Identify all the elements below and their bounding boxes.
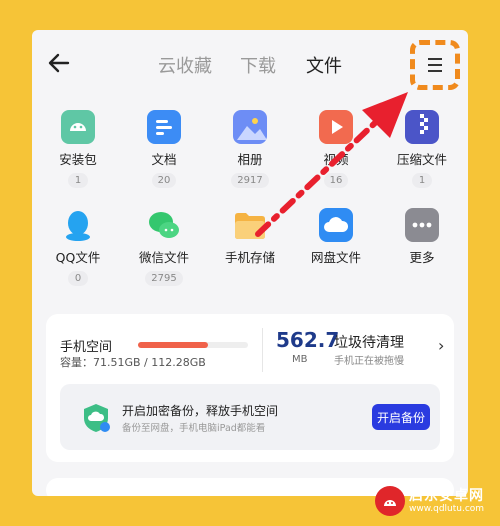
category-videos[interactable]: 视频 16 [296, 110, 376, 188]
storage-usage-fill [138, 342, 209, 348]
qq-icon [61, 208, 95, 242]
tab-downloads[interactable]: 下载 [240, 52, 276, 78]
category-label: 压缩文件 [396, 152, 447, 167]
divider [262, 328, 263, 372]
category-label: 安装包 [59, 152, 97, 167]
category-label: 文档 [151, 152, 177, 167]
category-archives[interactable]: 压缩文件 1 [382, 110, 462, 188]
back-arrow-icon[interactable] [46, 50, 72, 76]
storage-usage-bar [138, 342, 248, 348]
video-play-icon [319, 110, 353, 144]
watermark: 启东安卓网 www.qdlutu.com [375, 486, 484, 516]
backup-title: 开启加密备份，释放手机空间 [122, 404, 279, 418]
storage-capacity: 容量：71.51GB / 112.28GB [60, 356, 206, 369]
document-icon [147, 110, 181, 144]
photo-icon [233, 110, 267, 144]
category-label: 视频 [323, 152, 349, 167]
junk-size-unit: MB [292, 354, 308, 365]
category-cloud-files[interactable]: 网盘文件 [296, 208, 376, 266]
junk-clean-subtitle: 手机正在被拖慢 [334, 356, 404, 367]
storage-title: 手机空间 [60, 340, 113, 355]
category-label: 网盘文件 [310, 250, 361, 265]
more-icon [405, 208, 439, 242]
category-qq-files[interactable]: QQ文件 0 [38, 208, 118, 286]
hamburger-menu-icon [428, 54, 442, 76]
category-label: 相册 [237, 152, 263, 167]
backup-subtitle: 备份至网盘，手机电脑iPad都能看 [122, 423, 266, 434]
category-documents[interactable]: 文档 20 [124, 110, 204, 188]
category-label: 更多 [409, 250, 435, 265]
storage-card: 手机空间 容量：71.51GB / 112.28GB 562.7 MB 垃圾待清… [46, 314, 454, 462]
file-manager-screen: 云收藏 下载 文件 安装包 1 文档 20 相册 2917 视频 16 压缩文件… [32, 30, 468, 496]
category-more[interactable]: 更多 [382, 208, 462, 266]
category-wechat-files[interactable]: 微信文件 2795 [124, 208, 204, 286]
category-count: 2795 [145, 271, 183, 286]
category-phone-storage[interactable]: 手机存储 [210, 208, 290, 266]
category-count: 20 [151, 173, 177, 188]
android-icon [61, 110, 95, 144]
backup-banner: 开启加密备份，释放手机空间 备份至网盘，手机电脑iPad都能看 开启备份 [60, 384, 440, 450]
watermark-url: www.qdlutu.com [409, 503, 485, 514]
category-label: 手机存储 [224, 250, 275, 265]
tab-files[interactable]: 文件 [306, 52, 342, 78]
chevron-right-icon[interactable]: › [438, 336, 444, 355]
tab-cloud-favorites[interactable]: 云收藏 [158, 52, 212, 78]
menu-button[interactable] [410, 40, 460, 90]
enable-backup-button[interactable]: 开启备份 [372, 404, 430, 430]
cloud-icon [319, 208, 353, 242]
junk-clean-title[interactable]: 垃圾待清理 [334, 332, 404, 352]
watermark-name: 启东安卓网 [409, 487, 484, 504]
category-apk[interactable]: 安装包 1 [38, 110, 118, 188]
junk-size-value: 562.7 [276, 328, 340, 352]
category-count: 16 [323, 173, 349, 188]
shield-cloud-icon [84, 404, 110, 432]
watermark-logo-icon [375, 486, 405, 516]
category-label: QQ文件 [55, 250, 101, 265]
category-count: 0 [68, 271, 88, 286]
folder-icon [233, 208, 267, 242]
category-count: 2917 [231, 173, 269, 188]
zip-icon [405, 110, 439, 144]
category-label: 微信文件 [138, 250, 189, 265]
category-count: 1 [68, 173, 88, 188]
category-count: 1 [412, 173, 432, 188]
wechat-icon [147, 208, 181, 242]
category-photos[interactable]: 相册 2917 [210, 110, 290, 188]
